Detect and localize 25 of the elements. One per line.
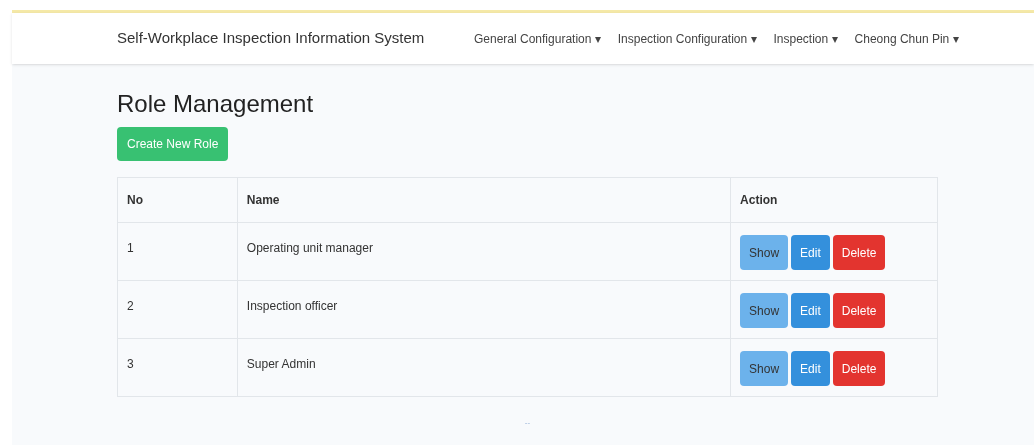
delete-button[interactable]: Delete xyxy=(832,235,886,270)
column-header: Action xyxy=(730,177,938,223)
show-button[interactable]: Show xyxy=(740,293,789,328)
edit-button[interactable]: Edit xyxy=(791,293,830,328)
pagination-mark: -- xyxy=(524,417,531,429)
nav-menu[interactable]: General Configuration ▾ xyxy=(474,29,601,48)
table-cell: 1 xyxy=(117,222,238,281)
show-button[interactable]: Show xyxy=(740,351,789,386)
delete-button[interactable]: Delete xyxy=(832,351,886,386)
delete-button[interactable]: Delete xyxy=(832,293,886,328)
table-cell: Inspection officer xyxy=(237,280,731,339)
edit-button[interactable]: Edit xyxy=(791,235,830,270)
column-header: No xyxy=(117,177,238,223)
nav-menu[interactable]: Inspection ▾ xyxy=(773,29,838,48)
nav-menu[interactable]: Inspection Configuration ▾ xyxy=(617,29,757,48)
page-title: Role Management xyxy=(117,89,315,119)
table-cell: 3 xyxy=(117,338,238,397)
brand-title[interactable]: Self-Workplace Inspection Information System xyxy=(117,27,474,50)
table-cell: Operating unit manager xyxy=(237,222,731,281)
table-cell: 2 xyxy=(117,280,238,339)
nav-menu[interactable]: Cheong Chun Pin ▾ xyxy=(854,29,959,48)
table-cell: Super Admin xyxy=(237,338,731,397)
edit-button[interactable]: Edit xyxy=(791,351,830,386)
show-button[interactable]: Show xyxy=(740,235,789,270)
column-header: Name xyxy=(237,177,731,223)
